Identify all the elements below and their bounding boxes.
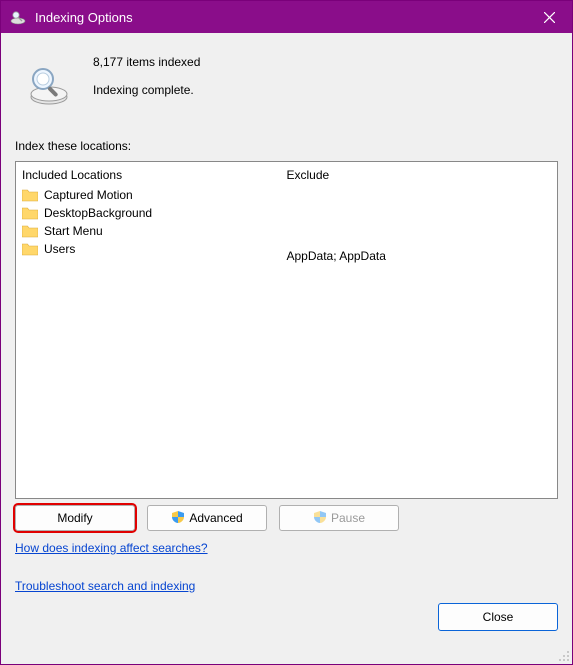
locations-listbox[interactable]: Included Locations Exclude Captured Moti… — [15, 161, 558, 499]
list-item-label: Captured Motion — [44, 188, 133, 202]
advanced-button[interactable]: Advanced — [147, 505, 267, 531]
folder-icon — [22, 224, 38, 238]
list-item-label: Start Menu — [44, 224, 103, 238]
column-header-exclude[interactable]: Exclude — [287, 168, 552, 182]
window-title: Indexing Options — [35, 10, 527, 25]
status-text: 8,177 items indexed Indexing complete. — [93, 49, 200, 111]
status-row: 8,177 items indexed Indexing complete. — [15, 49, 558, 111]
content-area: 8,177 items indexed Indexing complete. I… — [1, 33, 572, 664]
indexing-options-window: Indexing Options 8,177 items indexed — [0, 0, 573, 665]
button-label: Advanced — [189, 511, 242, 525]
indexed-count: 8,177 items indexed — [93, 55, 200, 69]
list-item[interactable]: Users — [22, 240, 287, 258]
modify-button[interactable]: Modify — [15, 505, 135, 531]
locations-body: Captured Motion DesktopBackground Start … — [16, 186, 557, 498]
list-item[interactable]: Captured Motion — [22, 186, 287, 204]
how-indexing-link[interactable]: How does indexing affect searches? — [15, 541, 558, 555]
list-item[interactable]: DesktopBackground — [22, 204, 287, 222]
button-label: Close — [483, 610, 514, 624]
bottom-row: Close — [15, 603, 558, 631]
close-window-button[interactable] — [527, 1, 572, 33]
list-item[interactable]: Start Menu — [22, 222, 287, 240]
exclude-cell: AppData; AppData — [287, 246, 552, 266]
indexing-state: Indexing complete. — [93, 83, 200, 97]
list-item-label: Users — [44, 242, 75, 256]
indexing-app-icon — [9, 8, 27, 26]
close-icon — [544, 12, 555, 23]
button-label: Modify — [57, 511, 92, 525]
exclude-cell — [287, 206, 552, 226]
shield-icon — [313, 510, 327, 527]
folder-icon — [22, 206, 38, 220]
pause-button: Pause — [279, 505, 399, 531]
troubleshoot-link[interactable]: Troubleshoot search and indexing — [15, 579, 558, 593]
button-label: Pause — [331, 511, 365, 525]
exclude-cell — [287, 186, 552, 206]
locations-header: Included Locations Exclude — [16, 162, 557, 186]
exclude-cell — [287, 226, 552, 246]
button-row: Modify Advanced — [15, 505, 558, 531]
included-locations-list: Captured Motion DesktopBackground Start … — [22, 186, 287, 498]
shield-icon — [171, 510, 185, 527]
magnifier-drive-icon — [25, 61, 73, 109]
folder-icon — [22, 242, 38, 256]
column-header-included[interactable]: Included Locations — [22, 168, 287, 182]
folder-icon — [22, 188, 38, 202]
locations-label: Index these locations: — [15, 139, 558, 153]
list-item-label: DesktopBackground — [44, 206, 152, 220]
close-button[interactable]: Close — [438, 603, 558, 631]
exclude-list: AppData; AppData — [287, 186, 552, 498]
titlebar: Indexing Options — [1, 1, 572, 33]
resize-grip[interactable] — [558, 650, 570, 662]
